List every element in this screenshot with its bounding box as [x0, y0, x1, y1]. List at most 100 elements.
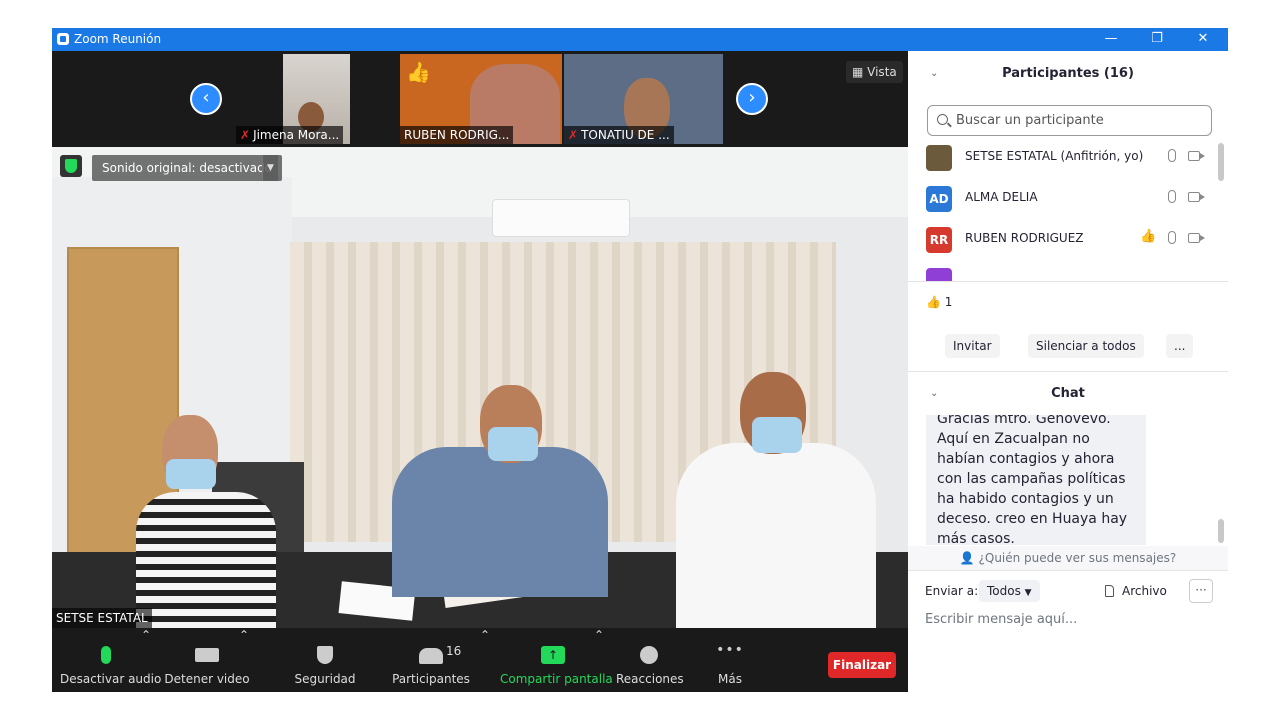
send-to-label: Enviar a: — [925, 584, 979, 598]
encryption-shield-icon[interactable] — [60, 155, 82, 177]
participant-row[interactable]: SETSE ESTATAL (Anfitrión, yo) — [908, 141, 1228, 178]
video-camera-icon[interactable] — [1188, 192, 1205, 202]
reaction-summary: 👍 1 — [926, 295, 953, 309]
video-camera-icon[interactable] — [1188, 233, 1205, 243]
next-page-button[interactable]: › — [736, 83, 768, 115]
more-button[interactable]: ••• Más — [708, 628, 752, 692]
file-icon — [1105, 585, 1114, 597]
thumbnail-name: RUBEN RODRIG... — [400, 126, 514, 144]
chat-messages: Gracias mtro. Genovevo. Aquí en Zacualpa… — [908, 415, 1228, 545]
air-conditioner — [492, 199, 630, 237]
active-speaker-video: Sonido original: desactivado ▼ SETSE EST… — [52, 147, 908, 628]
participants-button[interactable]: 16 Participantes — [392, 628, 470, 692]
zoom-window: Zoom Reunión — ❐ ✕ ‹ ✗ Jimena Mora... 👍 R… — [52, 28, 1228, 692]
thumbnail-name: ✗ TONATIU DE ... — [564, 126, 674, 144]
close-icon[interactable]: ✕ — [1180, 28, 1226, 51]
meeting-area: ‹ ✗ Jimena Mora... 👍 RUBEN RODRIG... ✗ TON… — [52, 51, 908, 692]
search-icon — [937, 114, 948, 125]
avatar — [926, 268, 952, 281]
participants-count: 16 — [446, 644, 462, 658]
thumbs-up-icon: 👍 — [406, 60, 431, 84]
microphone-icon — [101, 646, 111, 664]
view-button[interactable]: ▦ Vista — [846, 61, 903, 83]
muted-mic-icon: ✗ — [240, 128, 251, 142]
mute-all-button[interactable]: Silenciar a todos — [1028, 334, 1144, 358]
participants-scrollbar[interactable] — [1218, 143, 1224, 181]
avatar — [926, 145, 952, 171]
speaker-name: SETSE ESTATAL — [52, 608, 152, 628]
title-bar: Zoom Reunión — ❐ ✕ — [52, 28, 1228, 51]
more-dots-icon: ••• — [716, 642, 744, 658]
audio-options-chevron-icon[interactable]: ⌃ — [141, 628, 151, 692]
chat-message-input[interactable]: Escribir mensaje aquí... — [925, 612, 1077, 627]
collapse-chevron-icon[interactable]: ⌄ — [930, 51, 938, 97]
mute-audio-button[interactable]: Desactivar audio — [60, 628, 161, 692]
zoom-logo-icon — [57, 33, 69, 45]
recipient-dropdown[interactable]: Todos ▼ — [979, 580, 1040, 602]
chat-scrollbar[interactable] — [1218, 519, 1224, 543]
person-center-body — [392, 447, 608, 597]
participant-search-input[interactable]: Buscar un participante — [927, 105, 1212, 136]
security-button[interactable]: Seguridad — [292, 628, 358, 692]
divider — [908, 570, 1228, 571]
thumbnail-strip: ‹ ✗ Jimena Mora... 👍 RUBEN RODRIG... ✗ TON… — [52, 51, 908, 147]
thumbs-up-icon: 👍 — [926, 295, 941, 309]
minimize-icon[interactable]: — — [1088, 28, 1134, 51]
chat-header: ⌄ Chat — [908, 373, 1228, 415]
participants-header: ⌄ Participantes (16) — [908, 51, 1228, 97]
person-right-body — [676, 443, 876, 628]
chevron-down-icon: ▼ — [1024, 588, 1032, 598]
participant-row[interactable]: RR RUBEN RODRIGUEZ 👍 — [908, 219, 1228, 260]
share-arrow-icon: ↑ — [541, 646, 565, 664]
avatar: RR — [926, 227, 952, 253]
participants-list: SETSE ESTATAL (Anfitrión, yo) AD ALMA DE… — [908, 141, 1228, 281]
window-title: Zoom Reunión — [74, 32, 162, 46]
invite-button[interactable]: Invitar — [945, 334, 1000, 358]
prev-page-button[interactable]: ‹ — [190, 83, 222, 115]
original-sound-button[interactable]: Sonido original: desactivado — [92, 155, 283, 181]
divider — [908, 371, 1228, 372]
face-mask — [752, 417, 802, 453]
restore-icon[interactable]: ❐ — [1134, 28, 1180, 51]
participant-row[interactable] — [908, 260, 1228, 281]
thumbnail-video[interactable]: ✗ Jimena Mora... — [236, 54, 350, 144]
grid-icon: ▦ — [852, 65, 868, 79]
chevron-down-icon[interactable]: ▼ — [262, 155, 278, 181]
thumbnail-video[interactable]: 👍 RUBEN RODRIG... — [400, 54, 562, 144]
shield-icon — [317, 646, 333, 664]
person-left-body — [136, 492, 276, 628]
share-options-chevron-icon[interactable]: ⌃ — [594, 628, 604, 692]
microphone-icon[interactable] — [1168, 231, 1176, 244]
thumbnail-name: ✗ Jimena Mora... — [236, 126, 344, 144]
microphone-icon[interactable] — [1168, 149, 1176, 162]
participants-options-chevron-icon[interactable]: ⌃ — [480, 628, 490, 692]
face-mask — [166, 459, 216, 489]
file-button[interactable]: Archivo — [1105, 584, 1167, 598]
participants-title: Participantes (16) — [1002, 66, 1134, 81]
video-camera-icon — [195, 648, 219, 662]
video-camera-icon[interactable] — [1188, 151, 1205, 161]
people-icon — [419, 648, 443, 664]
microphone-icon[interactable] — [1168, 190, 1176, 203]
thumbnail-video[interactable]: ✗ TONATIU DE ... — [564, 54, 723, 144]
chat-title: Chat — [1051, 386, 1085, 401]
divider — [908, 281, 1228, 282]
collapse-chevron-icon[interactable]: ⌄ — [930, 373, 938, 415]
thumbs-up-icon: 👍 — [1140, 229, 1157, 244]
participant-row[interactable]: AD ALMA DELIA — [908, 178, 1228, 219]
more-options-button[interactable]: ... — [1166, 334, 1194, 358]
side-panel: ⌄ Participantes (16) Buscar un participa… — [908, 51, 1228, 692]
muted-mic-icon: ✗ — [568, 128, 579, 142]
smiley-icon — [640, 646, 658, 664]
reactions-button[interactable]: Reacciones — [616, 628, 684, 692]
end-meeting-button[interactable]: Finalizar — [828, 652, 896, 678]
meeting-toolbar: Desactivar audio ⌃ Detener video ⌃ Segur… — [52, 628, 908, 692]
share-screen-button[interactable]: ↑ Compartir pantalla — [500, 628, 613, 692]
video-options-chevron-icon[interactable]: ⌃ — [239, 628, 249, 692]
person-icon: 👤 — [959, 551, 979, 565]
avatar: AD — [926, 186, 952, 212]
chat-more-button[interactable]: ··· — [1189, 579, 1213, 603]
chat-message: Gracias mtro. Genovevo. Aquí en Zacualpa… — [926, 415, 1146, 545]
who-can-see-link[interactable]: 👤 ¿Quién puede ver sus mensajes? — [908, 546, 1228, 570]
face-mask — [488, 427, 538, 461]
